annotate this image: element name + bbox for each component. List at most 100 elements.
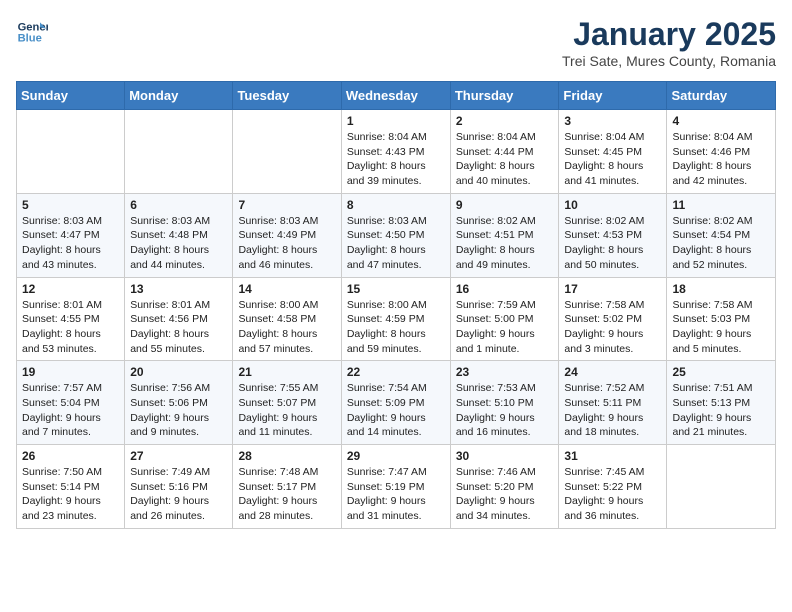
day-number: 6 — [130, 198, 227, 212]
location: Trei Sate, Mures County, Romania — [562, 53, 776, 69]
calendar-cell: 7 Sunrise: 8:03 AM Sunset: 4:49 PM Daylig… — [233, 193, 341, 277]
month-title: January 2025 — [562, 16, 776, 53]
day-content: Sunrise: 8:03 AM Sunset: 4:48 PM Dayligh… — [130, 214, 227, 273]
day-number: 3 — [564, 114, 661, 128]
calendar-cell: 4 Sunrise: 8:04 AM Sunset: 4:46 PM Daylig… — [667, 110, 776, 194]
day-number: 12 — [22, 282, 119, 296]
calendar-cell: 8 Sunrise: 8:03 AM Sunset: 4:50 PM Daylig… — [341, 193, 450, 277]
calendar-cell: 13Sunrise: 8:01 AM Sunset: 4:56 PM Dayli… — [125, 277, 233, 361]
day-content: Sunrise: 8:01 AM Sunset: 4:55 PM Dayligh… — [22, 298, 119, 357]
calendar-cell: 29Sunrise: 7:47 AM Sunset: 5:19 PM Dayli… — [341, 445, 450, 529]
day-header: Wednesday — [341, 82, 450, 110]
calendar-cell: 21Sunrise: 7:55 AM Sunset: 5:07 PM Dayli… — [233, 361, 341, 445]
day-number: 9 — [456, 198, 554, 212]
calendar-cell: 20 Sunrise: 7:56 AM Sunset: 5:06 PM Dayli… — [125, 361, 233, 445]
day-content: Sunrise: 8:03 AM Sunset: 4:47 PM Dayligh… — [22, 214, 119, 273]
day-content: Sunrise: 7:49 AM Sunset: 5:16 PM Dayligh… — [130, 465, 227, 524]
day-content: Sunrise: 7:55 AM Sunset: 5:07 PM Dayligh… — [238, 381, 335, 440]
calendar-cell: 16 Sunrise: 7:59 AM Sunset: 5:00 PM Dayli… — [450, 277, 559, 361]
page-header: General Blue January 2025 Trei Sate, Mur… — [16, 16, 776, 69]
day-number: 11 — [672, 198, 770, 212]
calendar-week-row: 5 Sunrise: 8:03 AM Sunset: 4:47 PM Daylig… — [17, 193, 776, 277]
calendar-cell: 15Sunrise: 8:00 AM Sunset: 4:59 PM Dayli… — [341, 277, 450, 361]
day-number: 23 — [456, 365, 554, 379]
day-number: 5 — [22, 198, 119, 212]
day-number: 10 — [564, 198, 661, 212]
calendar-cell: 25 Sunrise: 7:51 AM Sunset: 5:13 PM Dayli… — [667, 361, 776, 445]
day-number: 14 — [238, 282, 335, 296]
calendar-cell: 11 Sunrise: 8:02 AM Sunset: 4:54 PM Dayli… — [667, 193, 776, 277]
day-number: 27 — [130, 449, 227, 463]
day-content: Sunrise: 8:03 AM Sunset: 4:50 PM Dayligh… — [347, 214, 445, 273]
day-content: Sunrise: 8:04 AM Sunset: 4:44 PM Dayligh… — [456, 130, 554, 189]
calendar-week-row: 26 Sunrise: 7:50 AM Sunset: 5:14 PM Dayli… — [17, 445, 776, 529]
calendar-cell: 3 Sunrise: 8:04 AM Sunset: 4:45 PM Daylig… — [559, 110, 667, 194]
calendar-cell — [17, 110, 125, 194]
day-content: Sunrise: 8:02 AM Sunset: 4:51 PM Dayligh… — [456, 214, 554, 273]
day-header: Saturday — [667, 82, 776, 110]
day-number: 4 — [672, 114, 770, 128]
title-block: January 2025 Trei Sate, Mures County, Ro… — [562, 16, 776, 69]
day-number: 25 — [672, 365, 770, 379]
logo: General Blue — [16, 16, 48, 48]
day-content: Sunrise: 7:50 AM Sunset: 5:14 PM Dayligh… — [22, 465, 119, 524]
day-content: Sunrise: 7:45 AM Sunset: 5:22 PM Dayligh… — [564, 465, 661, 524]
calendar-cell — [667, 445, 776, 529]
day-content: Sunrise: 8:02 AM Sunset: 4:54 PM Dayligh… — [672, 214, 770, 273]
day-content: Sunrise: 8:02 AM Sunset: 4:53 PM Dayligh… — [564, 214, 661, 273]
day-number: 1 — [347, 114, 445, 128]
calendar-cell: 22 Sunrise: 7:54 AM Sunset: 5:09 PM Dayli… — [341, 361, 450, 445]
calendar-cell: 6 Sunrise: 8:03 AM Sunset: 4:48 PM Daylig… — [125, 193, 233, 277]
day-header: Friday — [559, 82, 667, 110]
day-header: Tuesday — [233, 82, 341, 110]
calendar-cell: 18 Sunrise: 7:58 AM Sunset: 5:03 PM Dayli… — [667, 277, 776, 361]
day-content: Sunrise: 7:58 AM Sunset: 5:03 PM Dayligh… — [672, 298, 770, 357]
day-header: Monday — [125, 82, 233, 110]
calendar-week-row: 1 Sunrise: 8:04 AM Sunset: 4:43 PM Daylig… — [17, 110, 776, 194]
day-content: Sunrise: 8:01 AM Sunset: 4:56 PM Dayligh… — [130, 298, 227, 357]
day-number: 20 — [130, 365, 227, 379]
day-number: 31 — [564, 449, 661, 463]
calendar-cell: 14 Sunrise: 8:00 AM Sunset: 4:58 PM Dayli… — [233, 277, 341, 361]
day-content: Sunrise: 7:54 AM Sunset: 5:09 PM Dayligh… — [347, 381, 445, 440]
day-number: 22 — [347, 365, 445, 379]
svg-text:Blue: Blue — [18, 33, 42, 45]
day-content: Sunrise: 7:58 AM Sunset: 5:02 PM Dayligh… — [564, 298, 661, 357]
day-number: 19 — [22, 365, 119, 379]
day-content: Sunrise: 8:04 AM Sunset: 4:46 PM Dayligh… — [672, 130, 770, 189]
calendar-cell — [233, 110, 341, 194]
day-number: 8 — [347, 198, 445, 212]
day-number: 15 — [347, 282, 445, 296]
day-content: Sunrise: 7:48 AM Sunset: 5:17 PM Dayligh… — [238, 465, 335, 524]
day-number: 7 — [238, 198, 335, 212]
calendar-cell: 27 Sunrise: 7:49 AM Sunset: 5:16 PM Dayli… — [125, 445, 233, 529]
day-content: Sunrise: 7:47 AM Sunset: 5:19 PM Dayligh… — [347, 465, 445, 524]
day-content: Sunrise: 8:04 AM Sunset: 4:43 PM Dayligh… — [347, 130, 445, 189]
calendar-cell: 28 Sunrise: 7:48 AM Sunset: 5:17 PM Dayli… — [233, 445, 341, 529]
day-number: 18 — [672, 282, 770, 296]
day-content: Sunrise: 7:56 AM Sunset: 5:06 PM Dayligh… — [130, 381, 227, 440]
day-number: 28 — [238, 449, 335, 463]
calendar-cell: 1 Sunrise: 8:04 AM Sunset: 4:43 PM Daylig… — [341, 110, 450, 194]
day-content: Sunrise: 8:00 AM Sunset: 4:58 PM Dayligh… — [238, 298, 335, 357]
calendar-week-row: 19Sunrise: 7:57 AM Sunset: 5:04 PM Dayli… — [17, 361, 776, 445]
calendar-cell: 23 Sunrise: 7:53 AM Sunset: 5:10 PM Dayli… — [450, 361, 559, 445]
day-content: Sunrise: 7:46 AM Sunset: 5:20 PM Dayligh… — [456, 465, 554, 524]
day-number: 30 — [456, 449, 554, 463]
day-number: 16 — [456, 282, 554, 296]
day-content: Sunrise: 7:53 AM Sunset: 5:10 PM Dayligh… — [456, 381, 554, 440]
calendar-cell: 26 Sunrise: 7:50 AM Sunset: 5:14 PM Dayli… — [17, 445, 125, 529]
logo-icon: General Blue — [16, 16, 48, 48]
calendar-cell: 5 Sunrise: 8:03 AM Sunset: 4:47 PM Daylig… — [17, 193, 125, 277]
day-content: Sunrise: 8:04 AM Sunset: 4:45 PM Dayligh… — [564, 130, 661, 189]
calendar-header-row: SundayMondayTuesdayWednesdayThursdayFrid… — [17, 82, 776, 110]
day-content: Sunrise: 8:03 AM Sunset: 4:49 PM Dayligh… — [238, 214, 335, 273]
day-number: 2 — [456, 114, 554, 128]
calendar-cell: 10 Sunrise: 8:02 AM Sunset: 4:53 PM Dayli… — [559, 193, 667, 277]
calendar-table: SundayMondayTuesdayWednesdayThursdayFrid… — [16, 81, 776, 529]
day-content: Sunrise: 7:59 AM Sunset: 5:00 PM Dayligh… — [456, 298, 554, 357]
calendar-cell: 17Sunrise: 7:58 AM Sunset: 5:02 PM Dayli… — [559, 277, 667, 361]
day-number: 26 — [22, 449, 119, 463]
day-content: Sunrise: 7:51 AM Sunset: 5:13 PM Dayligh… — [672, 381, 770, 440]
calendar-cell: 19Sunrise: 7:57 AM Sunset: 5:04 PM Dayli… — [17, 361, 125, 445]
